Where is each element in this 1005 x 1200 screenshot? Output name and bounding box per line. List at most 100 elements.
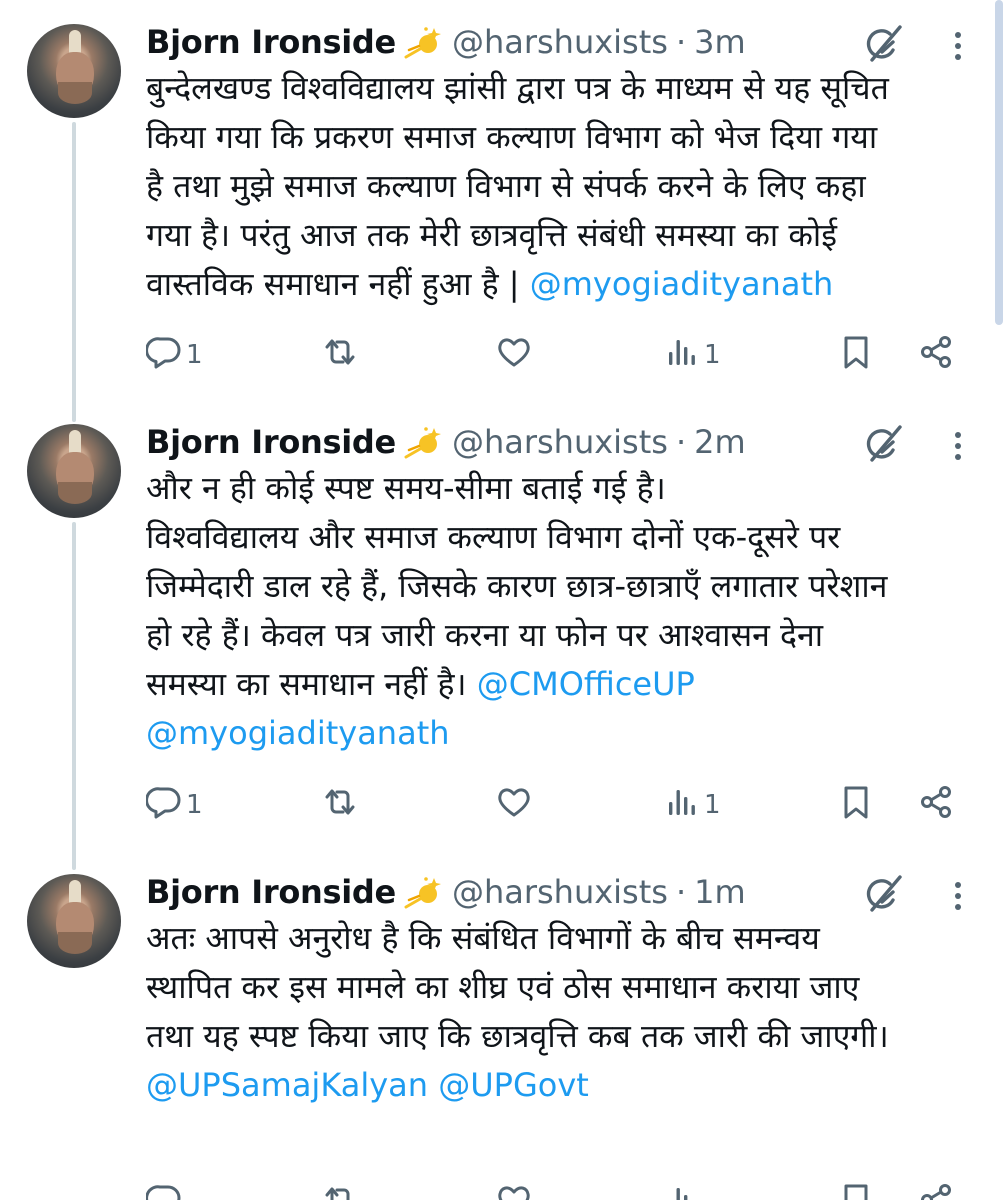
action-bar xyxy=(145,1180,986,1200)
share-icon xyxy=(918,784,954,827)
views-icon xyxy=(664,334,700,377)
avatar[interactable] xyxy=(27,424,121,518)
grok-icon[interactable] xyxy=(860,22,904,66)
sparkle-star-icon xyxy=(404,875,442,909)
reply-button[interactable]: 1 xyxy=(145,782,203,828)
author-name[interactable]: Bjorn Ironside xyxy=(146,23,396,61)
reply-icon xyxy=(145,334,182,377)
like-icon xyxy=(496,1182,532,1200)
mention-link[interactable]: @myogiadityanath xyxy=(530,265,834,303)
share-icon xyxy=(918,1182,954,1200)
tweet-text-segment xyxy=(428,1066,438,1104)
tweet-text-line: है तथा मुझे समाज कल्याण विभाग से संपर्क … xyxy=(146,162,996,211)
mention-link[interactable]: @myogiadityanath xyxy=(146,714,450,752)
reply-icon xyxy=(145,784,182,827)
tweet-text-segment: और न ही कोई स्पष्ट समय-सीमा बताई गई है। xyxy=(146,469,666,507)
tweet-text-line: स्थापित कर इस मामले का शीघ्र एवं ठोस समा… xyxy=(146,963,996,1012)
tweet-text-line: समस्या का समाधान नहीं है। @CMOfficeUP xyxy=(146,660,996,709)
grok-icon[interactable] xyxy=(860,872,904,916)
grok-icon[interactable] xyxy=(860,422,904,466)
like-button[interactable] xyxy=(496,332,532,378)
views-button[interactable]: 1 xyxy=(664,782,721,828)
timestamp[interactable]: 1m xyxy=(694,873,746,911)
bookmark-button[interactable] xyxy=(838,332,874,378)
like-button[interactable] xyxy=(496,782,532,828)
views-button[interactable] xyxy=(664,1180,704,1200)
tweet-text-line: जिम्मेदारी डाल रहे हैं, जिसके कारण छात्र… xyxy=(146,562,996,611)
tweet-text-line: हो रहे हैं। केवल पत्र जारी करना या फोन प… xyxy=(146,611,996,660)
sparkle-star-icon xyxy=(404,425,442,459)
thread-line xyxy=(72,122,76,422)
tweet-text-line: गया है। परंतु आज तक मेरी छात्रवृत्ति संब… xyxy=(146,211,996,260)
tweet-text-segment: बुन्देलखण्ड विश्वविद्यालय झांसी द्वारा प… xyxy=(146,69,889,107)
separator-dot: · xyxy=(675,873,687,911)
reply-count: 1 xyxy=(186,340,203,370)
retweet-icon xyxy=(322,784,358,827)
action-bar: 11 xyxy=(145,332,986,378)
tweet-text-segment: जिम्मेदारी डाल रहे हैं, जिसके कारण छात्र… xyxy=(146,567,888,605)
scrollbar[interactable] xyxy=(995,0,1003,325)
tweet-text-line: तथा यह स्पष्ट किया जाए कि छात्रवृत्ति कब… xyxy=(146,1012,996,1061)
timestamp[interactable]: 2m xyxy=(694,423,746,461)
tweet-text-line: विश्वविद्यालय और समाज कल्याण विभाग दोनों… xyxy=(146,513,996,562)
tweet-text-segment: है तथा मुझे समाज कल्याण विभाग से संपर्क … xyxy=(146,167,866,205)
author-name[interactable]: Bjorn Ironside xyxy=(146,873,396,911)
bookmark-icon xyxy=(838,784,874,827)
retweet-button[interactable] xyxy=(322,782,358,828)
more-vertical-icon[interactable] xyxy=(946,26,970,66)
more-vertical-icon[interactable] xyxy=(946,876,970,916)
tweet-text-line: @myogiadityanath xyxy=(146,709,996,758)
action-bar: 11 xyxy=(145,782,986,828)
tweet-text-line: बुन्देलखण्ड विश्वविद्यालय झांसी द्वारा प… xyxy=(146,64,996,113)
separator-dot: · xyxy=(675,23,687,61)
tweet-header: Bjorn Ironside @harshuxists · 1m xyxy=(146,870,746,914)
like-button[interactable] xyxy=(496,1180,532,1200)
author-handle[interactable]: @harshuxists xyxy=(452,23,668,61)
like-icon xyxy=(496,334,532,377)
share-button[interactable] xyxy=(918,332,954,378)
share-button[interactable] xyxy=(918,1180,954,1200)
bookmark-icon xyxy=(838,1182,874,1200)
tweet-text-segment: समस्या का समाधान नहीं है। xyxy=(146,665,477,703)
reply-count: 1 xyxy=(186,790,203,820)
sparkle-star-icon xyxy=(404,25,442,59)
like-icon xyxy=(496,784,532,827)
share-button[interactable] xyxy=(918,782,954,828)
tweet-text-segment: स्थापित कर इस मामले का शीघ्र एवं ठोस समा… xyxy=(146,968,860,1006)
bookmark-button[interactable] xyxy=(838,1180,874,1200)
mention-link[interactable]: @UPSamajKalyan xyxy=(146,1066,428,1104)
retweet-button[interactable] xyxy=(322,332,358,378)
share-icon xyxy=(918,334,954,377)
tweet-text-segment: किया गया कि प्रकरण समाज कल्याण विभाग को … xyxy=(146,118,878,156)
tweet-text-line: वास्तविक समाधान नहीं हुआ है | @myogiadit… xyxy=(146,260,996,309)
timestamp[interactable]: 3m xyxy=(694,23,746,61)
author-handle[interactable]: @harshuxists xyxy=(452,873,668,911)
retweet-icon xyxy=(322,334,358,377)
retweet-button[interactable] xyxy=(322,1180,358,1200)
separator-dot: · xyxy=(675,423,687,461)
views-icon xyxy=(664,784,700,827)
more-vertical-icon[interactable] xyxy=(946,426,970,466)
views-button[interactable]: 1 xyxy=(664,332,721,378)
avatar[interactable] xyxy=(27,24,121,118)
author-name[interactable]: Bjorn Ironside xyxy=(146,423,396,461)
tweet-text-line: और न ही कोई स्पष्ट समय-सीमा बताई गई है। xyxy=(146,464,996,513)
tweet-text: बुन्देलखण्ड विश्वविद्यालय झांसी द्वारा प… xyxy=(146,64,996,309)
tweet-text-line: अतः आपसे अनुरोध है कि संबंधित विभागों के… xyxy=(146,914,996,963)
mention-link[interactable]: @UPGovt xyxy=(438,1066,589,1104)
tweet-text-segment: गया है। परंतु आज तक मेरी छात्रवृत्ति संब… xyxy=(146,216,837,254)
tweet-text-segment: वास्तविक समाधान नहीं हुआ है | xyxy=(146,265,530,303)
author-handle[interactable]: @harshuxists xyxy=(452,423,668,461)
views-count: 1 xyxy=(704,340,721,370)
tweet-text: अतः आपसे अनुरोध है कि संबंधित विभागों के… xyxy=(146,914,996,1110)
tweet-text: और न ही कोई स्पष्ट समय-सीमा बताई गई है। व… xyxy=(146,464,996,758)
tweet-text-line: @UPSamajKalyan @UPGovt xyxy=(146,1061,996,1110)
views-icon xyxy=(664,1182,700,1200)
reply-button[interactable] xyxy=(145,1180,186,1200)
views-count: 1 xyxy=(704,790,721,820)
mention-link[interactable]: @CMOfficeUP xyxy=(477,665,695,703)
reply-icon xyxy=(145,1182,182,1200)
reply-button[interactable]: 1 xyxy=(145,332,203,378)
bookmark-button[interactable] xyxy=(838,782,874,828)
avatar[interactable] xyxy=(27,874,121,968)
